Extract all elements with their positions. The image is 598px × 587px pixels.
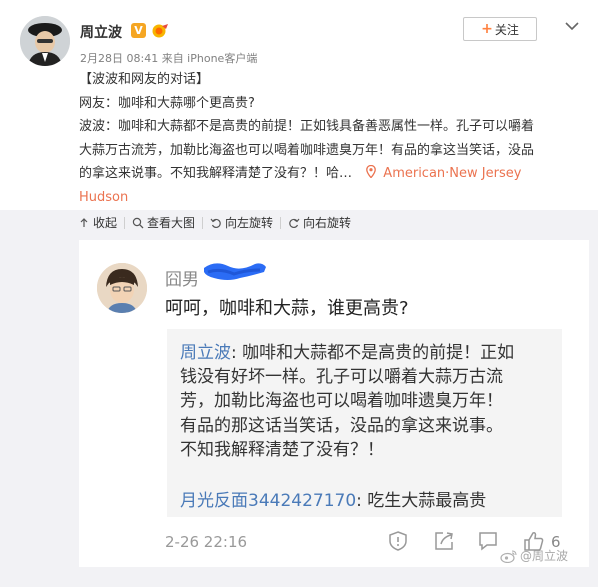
- post-line-text: 的拿这来说事。不知我解释清楚了没有？！哈…: [79, 166, 353, 181]
- reply-author-link[interactable]: 月光反面3442427170: [180, 491, 356, 511]
- collapse-label: 收起: [93, 216, 118, 230]
- view-large-label: 查看大图: [147, 216, 196, 230]
- report-icon[interactable]: [387, 530, 409, 552]
- view-large-button[interactable]: 查看大图: [132, 214, 195, 231]
- quote-line: 周立波: 咖啡和大蒜都不是高贵的前提！正如: [180, 341, 555, 365]
- quote-author-link[interactable]: 周立波: [180, 343, 231, 363]
- quote-line-text: : 咖啡和大蒜都不是高贵的前提！正如: [231, 343, 515, 363]
- toolbar-divider: [202, 216, 204, 229]
- watermark-text: @周立波: [520, 549, 569, 563]
- quote-line: 有品的那这话当笑话，没品的拿这来说事。: [180, 415, 503, 436]
- location-link[interactable]: American·New Jersey: [383, 166, 521, 181]
- rotate-left-label: 向左旋转: [225, 216, 274, 230]
- author-avatar[interactable]: [20, 16, 70, 66]
- weibo-logo-icon: [500, 549, 517, 563]
- chevron-down-icon[interactable]: [565, 16, 579, 31]
- toolbar-divider: [124, 216, 126, 229]
- post-meta: 2月28日 08:41 来自 iPhone客户端: [80, 52, 258, 65]
- rotate-right-icon: [289, 218, 300, 228]
- reply-text: : 吃生大蒜最高贵: [356, 491, 487, 511]
- share-icon[interactable]: [433, 530, 455, 552]
- follow-button[interactable]: + 关注: [463, 17, 537, 41]
- comment-text: 呵呵，咖啡和大蒜，谁更高贵?: [165, 298, 409, 319]
- name-redaction-scribble: [200, 258, 270, 288]
- collapse-icon: [80, 217, 88, 227]
- comment-icon[interactable]: [477, 530, 499, 552]
- post-line: 大蒜万古流芳，加勒比海盗也可以喝着咖啡遗臭万年！有品的拿这当笑话，没品: [79, 142, 535, 158]
- quoted-post-text: 周立波: 咖啡和大蒜都不是高贵的前提！正如 钱没有好坏一样。孔子可以嚼着大蒜万古…: [180, 341, 555, 462]
- rotate-left-button[interactable]: 向左旋转: [210, 214, 273, 231]
- post-line: 波波：咖啡和大蒜都不是高贵的前提！正如钱具备善恶属性一样。孔子可以嚼着: [79, 119, 535, 134]
- location-link-continued[interactable]: Hudson: [79, 186, 559, 210]
- post-line: 的拿这来说事。不知我解释清楚了没有？！哈… American·New Jerse…: [79, 162, 559, 186]
- commenter-name: 囧男: [165, 270, 199, 290]
- collapse-button[interactable]: 收起: [78, 214, 117, 231]
- author-name[interactable]: 周立波: [80, 22, 122, 42]
- quote-line: 钱没有好坏一样。孔子可以嚼着大蒜万古流: [180, 367, 503, 388]
- verified-icon: V: [131, 23, 146, 38]
- post-body: 【波波和网友的对话】 网友：咖啡和大蒜哪个更高贵? 波波：咖啡和大蒜都不是高贵的…: [79, 68, 559, 209]
- post-line: 【波波和网友的对话】: [79, 72, 210, 87]
- toolbar-divider: [280, 216, 282, 229]
- quote-line: 芳，加勒比海盗也可以喝着咖啡遗臭万年！: [180, 391, 503, 412]
- rotate-right-button[interactable]: 向右旋转: [288, 214, 351, 231]
- zoom-icon: [132, 217, 144, 228]
- rotate-left-icon: [210, 218, 221, 228]
- quote-line: 不知我解释清楚了没有？！: [180, 439, 384, 460]
- reply-line: 月光反面3442427170: 吃生大蒜最高贵: [180, 486, 486, 511]
- location-pin-icon: [356, 164, 383, 181]
- comment-time: 2-26 22:16: [165, 533, 248, 551]
- vip-icon: [151, 23, 169, 38]
- post-line: 网友：咖啡和大蒜哪个更高贵?: [79, 95, 255, 111]
- plus-icon: +: [481, 21, 493, 37]
- watermark: @周立波: [500, 547, 568, 564]
- commenter-avatar: [97, 263, 147, 313]
- rotate-right-label: 向右旋转: [303, 216, 352, 230]
- image-toolbar: 收起 查看大图 向左旋转 向右旋转: [78, 214, 351, 231]
- follow-label: 关注: [494, 22, 519, 37]
